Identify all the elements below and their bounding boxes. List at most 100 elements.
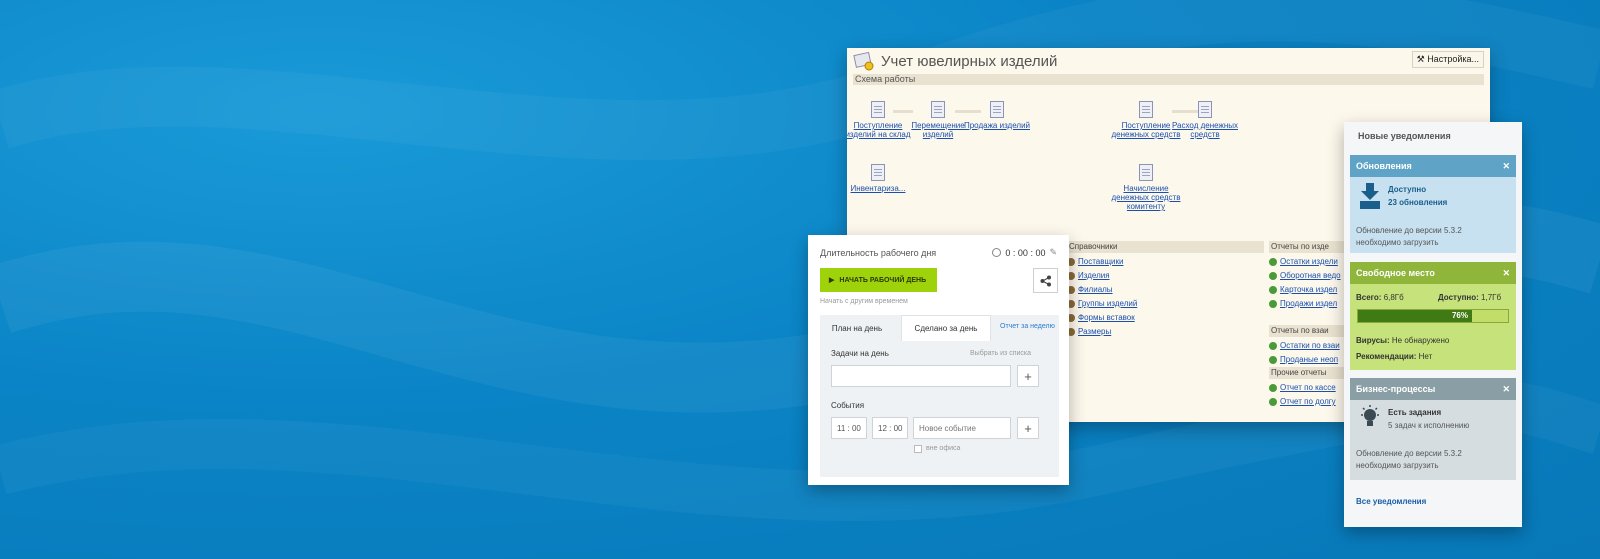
- updates-card-header: Обновления ✕: [1350, 155, 1516, 177]
- report-item[interactable]: Карточка издел: [1269, 283, 1349, 297]
- workday-tabs: План на день Сделано за день Отчет за не…: [820, 315, 1059, 477]
- all-notifications-link[interactable]: Все уведомления: [1356, 497, 1426, 506]
- available-label: Доступно:: [1438, 293, 1479, 302]
- refs-item[interactable]: Группы изделий: [1067, 297, 1264, 311]
- document-icon: [1139, 164, 1153, 181]
- task-input[interactable]: [831, 365, 1011, 387]
- total-value: 6,8Гб: [1383, 293, 1404, 302]
- workday-label: Длительность рабочего дня: [820, 248, 937, 258]
- bp-title: Бизнес-процессы: [1356, 384, 1436, 394]
- document-icon: [931, 101, 945, 118]
- share-button[interactable]: [1033, 268, 1058, 293]
- refs-item-label: Филиалы: [1078, 285, 1113, 294]
- reports-header-2: Отчеты по взаи: [1269, 325, 1349, 337]
- week-report-link[interactable]: Отчет за неделю: [1000, 323, 1055, 330]
- reports-header: Отчеты по изде: [1269, 241, 1349, 253]
- tab-done[interactable]: Сделано за день: [901, 315, 991, 341]
- report-item-label: Оборотная ведо: [1280, 271, 1341, 280]
- start-workday-label: НАЧАТЬ РАБОЧИЙ ДЕНЬ: [839, 276, 927, 284]
- new-event-input[interactable]: Новое событие: [913, 417, 1011, 439]
- report-icon: [1269, 398, 1277, 406]
- out-office-label: вне офиса: [926, 445, 961, 452]
- report-item-label: Отчет по долгу: [1280, 397, 1336, 406]
- doc-sale[interactable]: Продажа изделий: [962, 101, 1032, 130]
- doc-money-out[interactable]: Расход денежных средств: [1170, 101, 1240, 139]
- updates-desc-2: необходимо загрузить: [1356, 238, 1439, 247]
- refs-item-label: Формы вставок: [1078, 313, 1135, 322]
- notifications-title: Новые уведомления: [1358, 131, 1451, 141]
- tasks-label: Задачи на день: [831, 349, 889, 358]
- doc-move-label: Перемещение изделий: [911, 121, 965, 139]
- report-item[interactable]: Остатки по взаи: [1269, 339, 1349, 353]
- refs-item-label: Размеры: [1078, 327, 1112, 336]
- choose-from-list-link[interactable]: Выбрать из списка: [970, 350, 1031, 357]
- report-item-label: Продажи издел: [1280, 299, 1338, 308]
- reports-panel: Отчеты по изде Остатки издели Оборотная …: [1269, 241, 1349, 409]
- free-space-card-header: Свободное место ✕: [1350, 262, 1516, 284]
- report-icon: [1269, 356, 1277, 364]
- recommendations-label: Рекомендации:: [1356, 352, 1417, 361]
- add-task-button[interactable]: +: [1017, 365, 1039, 387]
- download-box-icon: [1360, 183, 1380, 209]
- report-item-label: Остатки по взаи: [1280, 341, 1340, 350]
- refs-item[interactable]: Поставщики: [1067, 255, 1264, 269]
- report-item[interactable]: Отчет по кассе: [1269, 381, 1349, 395]
- recommendations: Рекомендации: Нет: [1356, 350, 1432, 363]
- doc-money-out-label: Расход денежных средств: [1171, 121, 1238, 139]
- report-icon: [1269, 342, 1277, 350]
- scheme-section-header: Схема работы: [853, 74, 1484, 85]
- refs-item-label: Поставщики: [1078, 257, 1124, 266]
- virus-label: Вирусы:: [1356, 336, 1390, 345]
- tab-plan[interactable]: План на день: [820, 315, 894, 341]
- jewelry-header: Учет ювелирных изделий: [847, 48, 1490, 74]
- jewelry-title: Учет ювелирных изделий: [881, 52, 1058, 70]
- out-office-checkbox[interactable]: [914, 445, 922, 453]
- available-value: 1,7Гб: [1481, 293, 1502, 302]
- bp-tasks-label: Есть задания: [1388, 408, 1442, 417]
- refs-panel: Справочники Поставщики Изделия Филиалы Г…: [1067, 241, 1264, 339]
- plan-panel: Задачи на день Выбрать из списка + Событ…: [820, 341, 1059, 477]
- report-item[interactable]: Проданые неоп: [1269, 353, 1349, 367]
- document-icon: [990, 101, 1004, 118]
- report-item-label: Проданые неоп: [1280, 355, 1339, 364]
- workday-timer: 0 : 00 : 00 ✎: [992, 247, 1057, 258]
- start-workday-button[interactable]: ▶ НАЧАТЬ РАБОЧИЙ ДЕНЬ: [820, 268, 937, 292]
- pencil-icon[interactable]: ✎: [1049, 247, 1057, 258]
- updates-count: 23 обновления: [1388, 198, 1448, 207]
- refs-item-label: Группы изделий: [1078, 299, 1138, 308]
- doc-sale-label: Продажа изделий: [963, 121, 1031, 130]
- doc-inventory[interactable]: Инвентариза...: [847, 164, 913, 193]
- close-icon[interactable]: ✕: [1502, 384, 1510, 395]
- start-other-time-link[interactable]: Начать с другим временем: [820, 298, 908, 305]
- reports-header-3: Прочие отчеты: [1269, 367, 1349, 379]
- document-icon: [871, 101, 885, 118]
- tools-icon: ⚒: [1416, 54, 1425, 64]
- report-item[interactable]: Оборотная ведо: [1269, 269, 1349, 283]
- free-space-card: Свободное место ✕ Всего: 6,8Гб Доступно:…: [1350, 262, 1516, 370]
- event-time-from[interactable]: 11 : 00: [831, 417, 867, 439]
- report-item[interactable]: Отчет по долгу: [1269, 395, 1349, 409]
- document-icon: [871, 164, 885, 181]
- event-time-to[interactable]: 12 : 00: [872, 417, 908, 439]
- add-event-button[interactable]: +: [1017, 417, 1039, 439]
- available-space: Доступно: 1,7Гб: [1438, 291, 1501, 304]
- workday-card: Длительность рабочего дня 0 : 00 : 00 ✎ …: [808, 235, 1069, 485]
- refs-item[interactable]: Размеры: [1067, 325, 1264, 339]
- updates-card: Обновления ✕ Доступно 23 обновления Обно…: [1350, 155, 1516, 253]
- bp-tasks-count: 5 задач к исполнению: [1388, 421, 1470, 430]
- disk-usage-bar: 76%: [1357, 309, 1509, 323]
- settings-button[interactable]: ⚒ Настройка...: [1411, 51, 1484, 68]
- doc-inventory-label: Инвентариза...: [850, 184, 906, 193]
- virus-value: Не обнаружено: [1391, 336, 1450, 345]
- doc-accrual[interactable]: Начисление денежных средств комитенту: [1111, 164, 1181, 211]
- refs-item[interactable]: Формы вставок: [1067, 311, 1264, 325]
- refs-item[interactable]: Изделия: [1067, 269, 1264, 283]
- refs-item[interactable]: Филиалы: [1067, 283, 1264, 297]
- close-icon[interactable]: ✕: [1502, 161, 1510, 172]
- close-icon[interactable]: ✕: [1502, 268, 1510, 279]
- document-icon: [1139, 101, 1153, 118]
- bp-card-header: Бизнес-процессы ✕: [1350, 378, 1516, 400]
- report-item[interactable]: Продажи издел: [1269, 297, 1349, 311]
- report-item[interactable]: Остатки издели: [1269, 255, 1349, 269]
